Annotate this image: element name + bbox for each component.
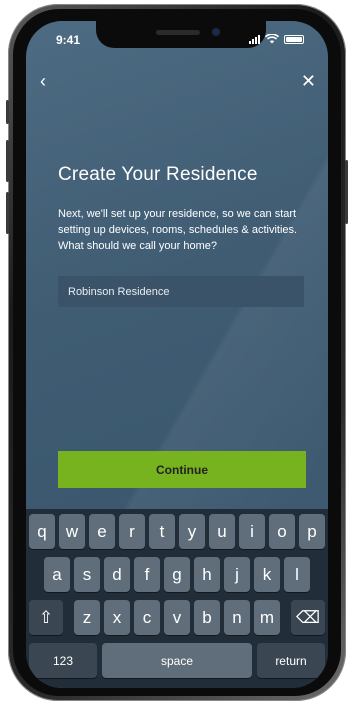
notch [96,21,266,48]
page-title: Create Your Residence [58,164,258,185]
residence-name-input[interactable] [58,276,304,307]
key-e[interactable]: e [89,514,115,549]
key-d[interactable]: d [104,557,130,592]
key-b[interactable]: b [194,600,220,635]
key-q[interactable]: q [29,514,55,549]
battery-icon [284,34,304,44]
delete-key-icon[interactable]: ⌫ [291,600,325,635]
status-icons [249,34,304,44]
status-time: 9:41 [56,33,81,47]
side-button-mute [6,100,9,124]
page-description: Next, we'll set up your residence, so we… [58,208,298,252]
app-screen: 9:41 ‹ ✕ Create Your Residence Next, we'… [26,21,328,688]
key-s[interactable]: s [74,557,100,592]
key-g[interactable]: g [164,557,190,592]
key-a[interactable]: a [44,557,70,592]
key-i[interactable]: i [239,514,265,549]
key-k[interactable]: k [254,557,280,592]
key-y[interactable]: y [179,514,205,549]
key-t[interactable]: t [149,514,175,549]
continue-button[interactable]: Continue [58,451,306,488]
key-n[interactable]: n [224,600,250,635]
key-p[interactable]: p [299,514,325,549]
close-icon[interactable]: ✕ [301,71,316,92]
key-l[interactable]: l [284,557,310,592]
side-button-volume-down [6,192,9,234]
signal-icon [249,34,260,44]
return-key[interactable]: return [257,643,325,678]
side-button-volume-up [6,140,9,182]
space-key[interactable]: space [102,643,252,678]
shift-key-icon[interactable]: ⇧ [29,600,63,635]
key-x[interactable]: x [104,600,130,635]
key-j[interactable]: j [224,557,250,592]
back-chevron-icon[interactable]: ‹ [40,71,46,92]
key-m[interactable]: m [254,600,280,635]
key-v[interactable]: v [164,600,190,635]
key-c[interactable]: c [134,600,160,635]
key-u[interactable]: u [209,514,235,549]
wifi-icon [265,34,279,44]
key-f[interactable]: f [134,557,160,592]
key-r[interactable]: r [119,514,145,549]
side-button-power [345,160,348,224]
on-screen-keyboard: q w e r t y u i o p a s d f g h j k l ⇧ … [26,509,328,688]
key-w[interactable]: w [59,514,85,549]
key-h[interactable]: h [194,557,220,592]
speaker-grille [156,30,200,35]
key-o[interactable]: o [269,514,295,549]
numbers-key[interactable]: 123 [29,643,97,678]
front-camera-icon [212,28,220,36]
key-z[interactable]: z [74,600,100,635]
